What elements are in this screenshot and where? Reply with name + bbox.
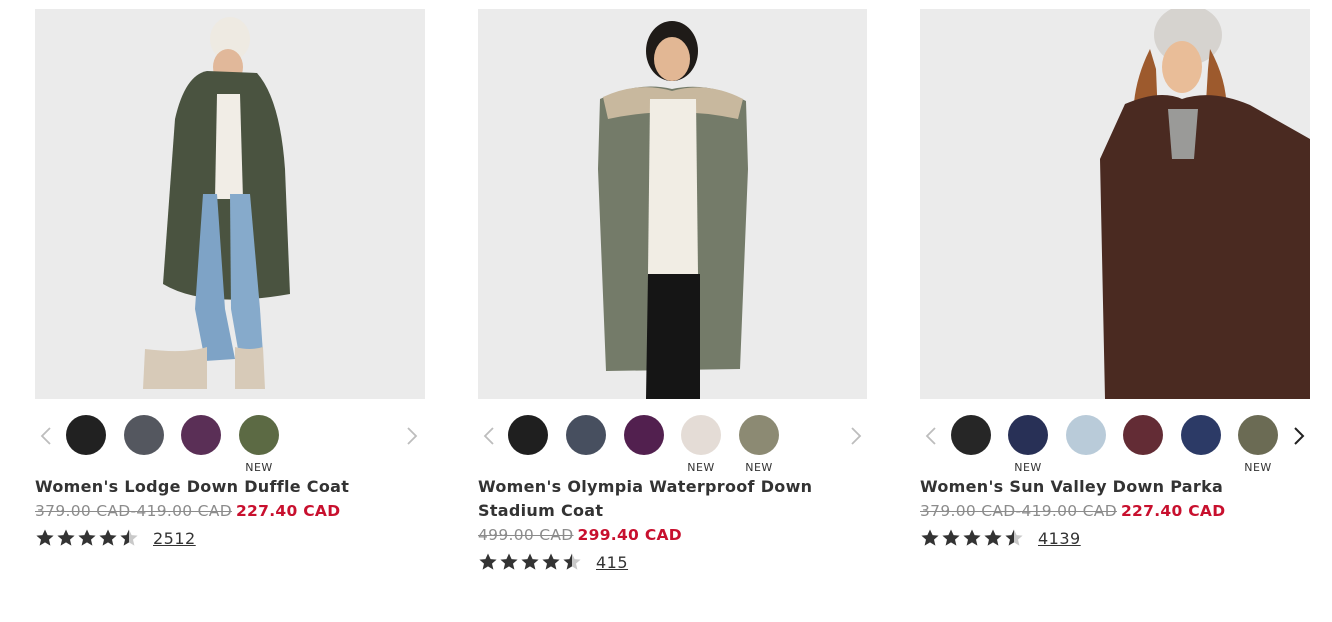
next-swatches-button[interactable]	[845, 425, 867, 447]
color-swatch[interactable]	[66, 415, 106, 455]
product-rating: 4139	[920, 525, 1310, 551]
star-full-icon	[500, 553, 518, 570]
previous-swatches-button[interactable]	[35, 425, 57, 447]
star-half-icon	[1005, 529, 1023, 546]
product-card[interactable]: NEW Women's Lodge Down Duffle Coat 379.0…	[35, 9, 425, 551]
new-badge: NEW	[245, 461, 273, 474]
product-image[interactable]	[920, 9, 1310, 399]
color-swatch[interactable]	[739, 415, 779, 455]
color-swatch[interactable]	[181, 415, 221, 455]
product-rating: 415	[478, 549, 867, 575]
product-name[interactable]: Women's Olympia Waterproof Down Stadium …	[478, 475, 867, 523]
color-swatch[interactable]	[681, 415, 721, 455]
original-price: 379.00 CAD-419.00 CAD	[35, 502, 232, 520]
product-card[interactable]: NEW NEW Women's Olympia Waterproof Down …	[478, 9, 867, 575]
color-swatch[interactable]	[1181, 415, 1221, 455]
star-half-icon	[563, 553, 581, 570]
star-full-icon	[99, 529, 117, 546]
swatch-selector: NEW NEW	[478, 405, 867, 481]
swatch-selector: NEW	[35, 405, 425, 481]
star-full-icon	[942, 529, 960, 546]
sale-price: 227.40 CAD	[235, 502, 341, 520]
product-rating: 2512	[35, 525, 425, 551]
new-badge: NEW	[1014, 461, 1042, 474]
review-count-link[interactable]: 2512	[153, 529, 196, 548]
sale-price: 227.40 CAD	[1120, 502, 1226, 520]
star-full-icon	[542, 553, 560, 570]
star-full-icon	[57, 529, 75, 546]
original-price: 379.00 CAD-419.00 CAD	[920, 502, 1117, 520]
color-swatch[interactable]	[624, 415, 664, 455]
color-swatch[interactable]	[1238, 415, 1278, 455]
next-swatches-button[interactable]	[1288, 425, 1310, 447]
product-photo	[920, 9, 1310, 399]
color-swatch[interactable]	[951, 415, 991, 455]
original-price: 499.00 CAD	[478, 526, 574, 544]
color-swatch[interactable]	[1066, 415, 1106, 455]
chevron-right-icon	[851, 427, 862, 445]
product-card[interactable]: NEW NEW Women's Sun Valley Down Parka 37…	[920, 9, 1310, 551]
product-price: 379.00 CAD-419.00 CAD 227.40 CAD	[35, 499, 425, 523]
chevron-left-icon	[925, 427, 936, 445]
chevron-left-icon	[40, 427, 51, 445]
color-swatch[interactable]	[508, 415, 548, 455]
color-swatch[interactable]	[566, 415, 606, 455]
star-full-icon	[521, 553, 539, 570]
star-rating	[35, 528, 139, 548]
chevron-right-icon	[407, 427, 418, 445]
star-full-icon	[963, 529, 981, 546]
chevron-left-icon	[483, 427, 494, 445]
new-badge: NEW	[687, 461, 715, 474]
color-swatch[interactable]	[239, 415, 279, 455]
color-swatch[interactable]	[1123, 415, 1163, 455]
star-full-icon	[921, 529, 939, 546]
product-price: 499.00 CAD 299.40 CAD	[478, 523, 867, 547]
star-full-icon	[78, 529, 96, 546]
swatch-selector: NEW NEW	[920, 405, 1310, 481]
color-swatch[interactable]	[124, 415, 164, 455]
star-full-icon	[479, 553, 497, 570]
previous-swatches-button[interactable]	[478, 425, 500, 447]
star-rating	[920, 528, 1024, 548]
star-full-icon	[36, 529, 54, 546]
star-full-icon	[984, 529, 1002, 546]
review-count-link[interactable]: 4139	[1038, 529, 1081, 548]
new-badge: NEW	[1244, 461, 1272, 474]
review-count-link[interactable]: 415	[596, 553, 628, 572]
color-swatch[interactable]	[1008, 415, 1048, 455]
product-photo	[35, 9, 425, 399]
previous-swatches-button[interactable]	[920, 425, 942, 447]
new-badge: NEW	[745, 461, 773, 474]
product-price: 379.00 CAD-419.00 CAD 227.40 CAD	[920, 499, 1310, 523]
star-half-icon	[120, 529, 138, 546]
product-image[interactable]	[478, 9, 867, 399]
next-swatches-button[interactable]	[401, 425, 423, 447]
chevron-right-icon	[1294, 427, 1305, 445]
product-image[interactable]	[35, 9, 425, 399]
product-photo	[478, 9, 867, 399]
star-rating	[478, 552, 582, 572]
sale-price: 299.40 CAD	[577, 526, 682, 544]
